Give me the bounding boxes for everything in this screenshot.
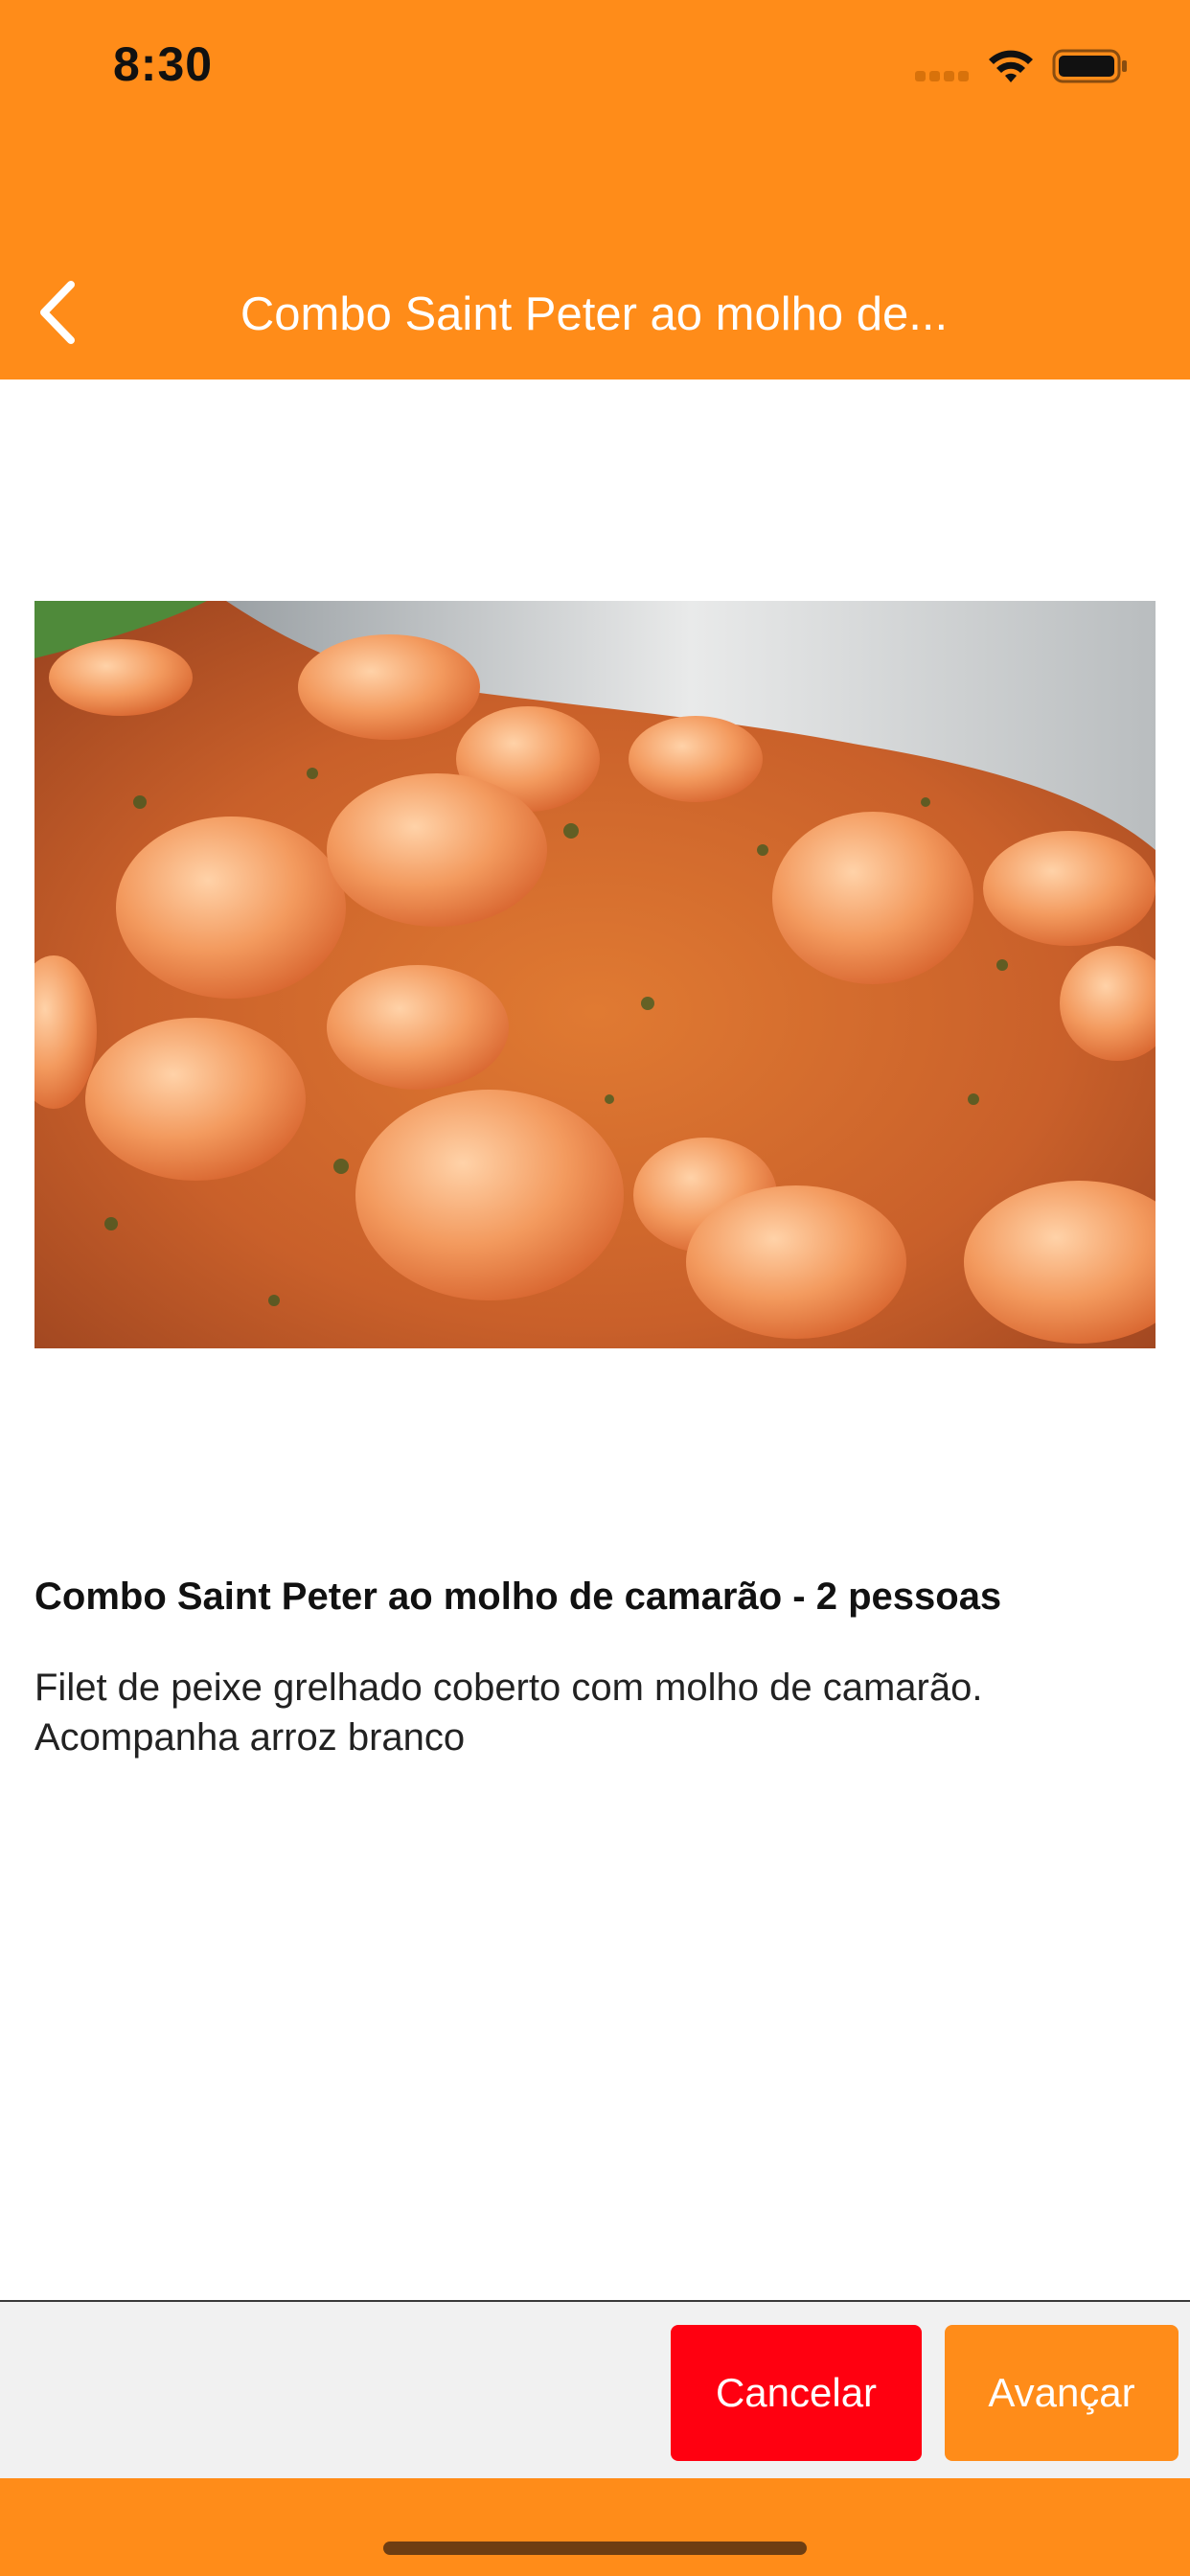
signal-icon [915, 71, 971, 82]
product-name: Combo Saint Peter ao molho de camarão - … [34, 1576, 1002, 1618]
battery-icon [1052, 49, 1127, 83]
app-header: 8:30 Combo Saint Peter ao molho de... [0, 0, 1190, 380]
product-image [34, 601, 1156, 1348]
page-title: Combo Saint Peter ao molho de... [240, 288, 949, 340]
back-button[interactable] [29, 274, 86, 351]
chevron-left-icon [40, 281, 75, 344]
product-description: Filet de peixe grelhado coberto com molh… [34, 1663, 1156, 1762]
wifi-icon [989, 50, 1033, 82]
bottom-bar [0, 2478, 1190, 2576]
action-footer: Cancelar Avançar [0, 2300, 1190, 2478]
home-indicator[interactable] [383, 2542, 807, 2555]
product-description-line-1: Filet de peixe grelhado coberto com molh… [34, 1667, 983, 1709]
status-time: 8:30 [113, 37, 214, 91]
next-button[interactable]: Avançar [945, 2325, 1179, 2461]
product-description-line-2: Acompanha arroz branco [34, 1716, 466, 1759]
cancel-button[interactable]: Cancelar [671, 2325, 922, 2461]
